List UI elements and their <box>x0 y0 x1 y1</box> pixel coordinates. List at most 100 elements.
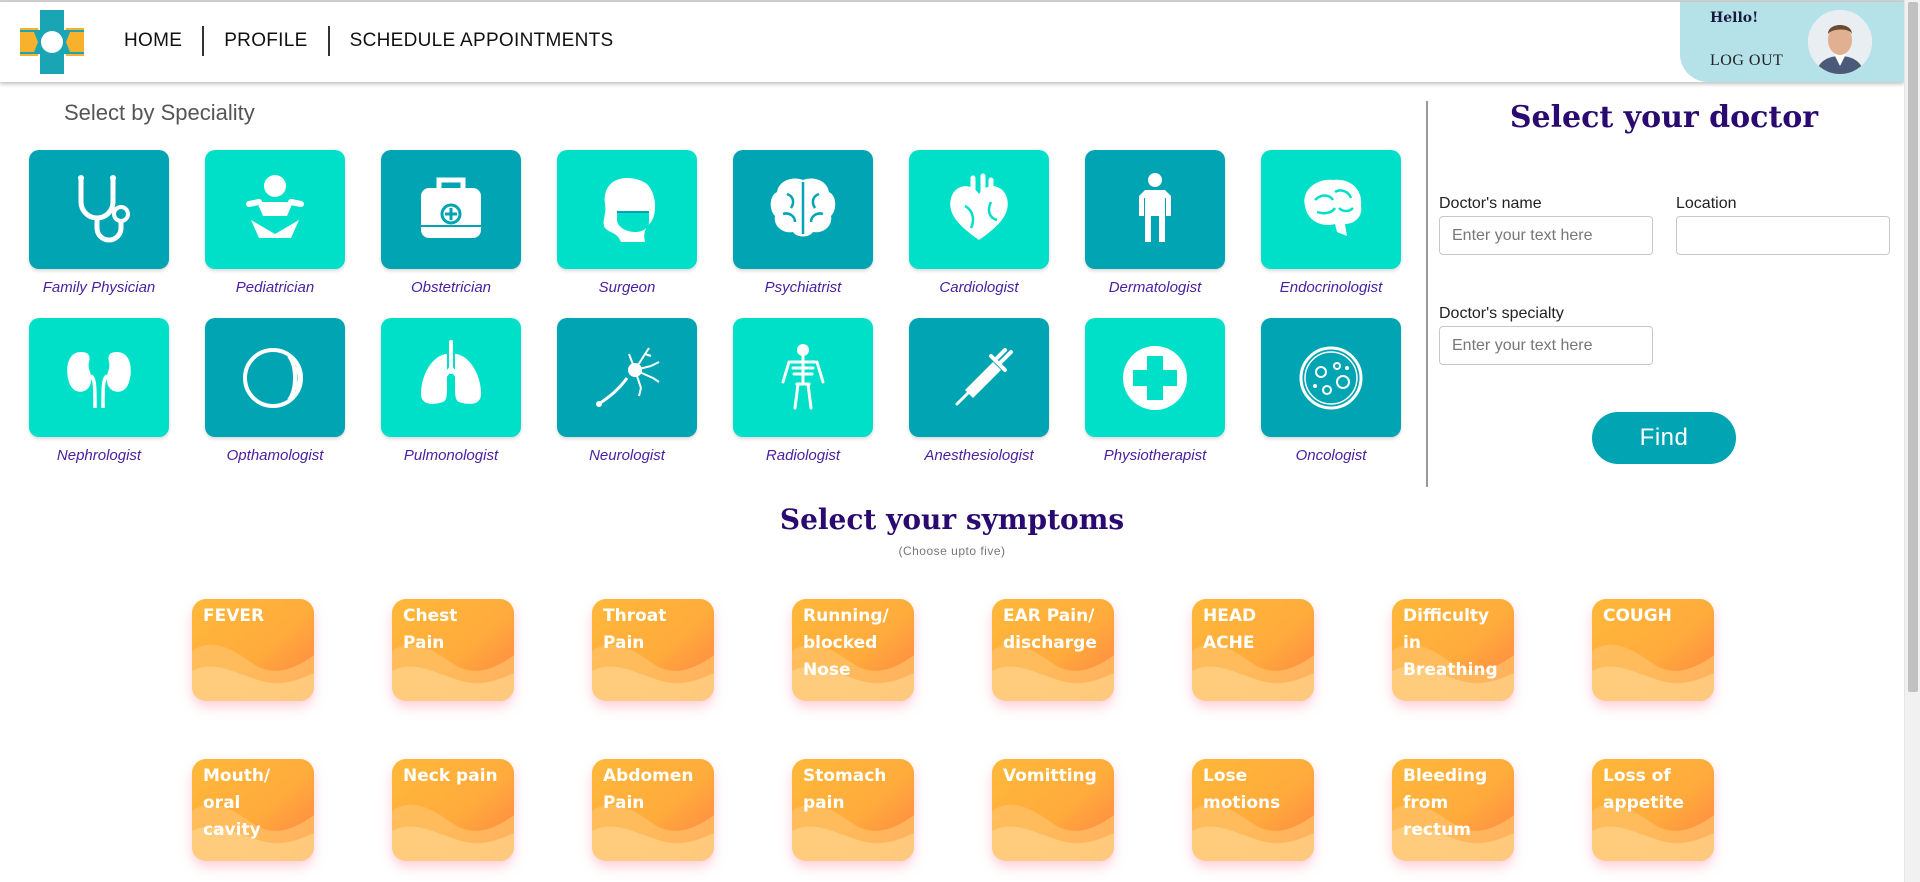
speciality-item[interactable]: Endocrinologist <box>1261 150 1401 296</box>
speciality-tile[interactable] <box>1261 318 1401 437</box>
symptom-card[interactable]: Abdomen Pain <box>592 759 714 861</box>
speciality-item[interactable]: Radiologist <box>733 318 873 464</box>
logo[interactable] <box>20 10 84 74</box>
speciality-tile[interactable] <box>909 318 1049 437</box>
location-label: Location <box>1676 195 1737 212</box>
speciality-item[interactable]: Cardiologist <box>909 150 1049 296</box>
symptom-card[interactable]: Vomitting <box>992 759 1114 861</box>
doctor-specialty-input[interactable] <box>1439 326 1653 365</box>
speciality-tile[interactable] <box>557 318 697 437</box>
speciality-item[interactable]: Opthamologist <box>205 318 345 464</box>
speciality-tile[interactable] <box>205 318 345 437</box>
vertical-divider <box>1426 101 1428 487</box>
symptom-card[interactable]: Lose motions <box>1192 759 1314 861</box>
skeleton-icon <box>781 343 825 409</box>
header: HOME PROFILE SCHEDULE APPOINTMENTS Hello… <box>0 2 1904 82</box>
speciality-tile[interactable] <box>733 318 873 437</box>
symptom-label: EAR Pain/ discharge <box>1003 606 1097 653</box>
symptom-card[interactable]: Stomach pain <box>792 759 914 861</box>
scrollbar[interactable] <box>1904 0 1920 882</box>
stethoscope-icon <box>78 174 130 242</box>
speciality-label: Psychiatrist <box>764 279 842 296</box>
symptom-card[interactable]: Loss of appetite <box>1592 759 1714 861</box>
speciality-tile[interactable] <box>733 150 873 269</box>
symptoms-grid: FEVER Chest Pain Throat Pain Running/ block… <box>192 599 1714 861</box>
speciality-label: Obstetrician <box>410 279 492 296</box>
speciality-label: Opthamologist <box>226 447 324 464</box>
nav-home[interactable]: HOME <box>104 24 202 58</box>
speciality-label: Family Physician <box>42 279 156 296</box>
symptom-label: Running/ blocked Nose <box>803 606 889 680</box>
symptom-card[interactable]: Neck pain <box>392 759 514 861</box>
speciality-label: Endocrinologist <box>1279 279 1383 296</box>
doctor-name-input[interactable] <box>1439 216 1653 255</box>
speciality-item[interactable]: Dermatologist <box>1085 150 1225 296</box>
symptom-card[interactable]: EAR Pain/ discharge <box>992 599 1114 701</box>
speciality-tile[interactable] <box>29 150 169 269</box>
location-input[interactable] <box>1676 216 1890 255</box>
speciality-label: Cardiologist <box>939 279 1019 296</box>
speciality-tile[interactable] <box>381 318 521 437</box>
speciality-item[interactable]: Obstetrician <box>381 150 521 296</box>
symptom-label: Chest Pain <box>403 606 458 653</box>
speciality-item[interactable]: Family Physician <box>29 150 169 296</box>
heart-icon <box>950 173 1008 240</box>
neuron-icon <box>596 346 660 407</box>
symptom-label: Throat Pain <box>603 606 667 653</box>
speciality-tile[interactable] <box>381 150 521 269</box>
human-body-icon <box>1139 172 1171 242</box>
symptom-card[interactable]: Chest Pain <box>392 599 514 701</box>
medical-bag-icon <box>421 177 481 238</box>
symptom-card[interactable]: HEAD ACHE <box>1192 599 1314 701</box>
speciality-item[interactable]: Anesthesiologist <box>909 318 1049 464</box>
symptom-label: Loss of appetite <box>1603 766 1684 813</box>
speciality-tile[interactable] <box>29 318 169 437</box>
speciality-item[interactable]: Neurologist <box>557 318 697 464</box>
speciality-item[interactable]: Pediatrician <box>205 150 345 296</box>
speciality-item[interactable]: Physiotherapist <box>1085 318 1225 464</box>
user-panel: Hello! LOG OUT <box>1680 2 1904 82</box>
speciality-label: Oncologist <box>1295 447 1367 464</box>
speciality-tile[interactable] <box>909 150 1049 269</box>
brain-icon <box>770 178 836 236</box>
symptom-card[interactable]: COUGH <box>1592 599 1714 701</box>
avatar[interactable] <box>1808 10 1872 74</box>
speciality-grid: Family Physician Pediatrician Obstetrician… <box>29 150 1401 464</box>
baby-icon <box>246 174 304 238</box>
speciality-tile[interactable] <box>1085 150 1225 269</box>
symptom-card[interactable]: Throat Pain <box>592 599 714 701</box>
speciality-label: Neurologist <box>589 447 665 464</box>
nav-schedule-appointments[interactable]: SCHEDULE APPOINTMENTS <box>330 24 634 58</box>
kidneys-icon <box>67 351 131 408</box>
symptom-label: Lose motions <box>1203 766 1281 813</box>
speciality-item[interactable]: Oncologist <box>1261 318 1401 464</box>
speciality-item[interactable]: Nephrologist <box>29 318 169 464</box>
symptom-card[interactable]: Difficulty in Breathing <box>1392 599 1514 701</box>
speciality-tile[interactable] <box>1261 150 1401 269</box>
symptom-card[interactable]: FEVER <box>192 599 314 701</box>
speciality-tile[interactable] <box>205 150 345 269</box>
symptoms-subtitle: (Choose upto five) <box>898 544 1006 558</box>
symptom-label: HEAD ACHE <box>1203 606 1257 653</box>
speciality-item[interactable]: Pulmonologist <box>381 318 521 464</box>
doctor-specialty-label: Doctor's specialty <box>1439 305 1564 322</box>
symptom-label: Mouth/ oral cavity <box>203 766 271 840</box>
nav-profile[interactable]: PROFILE <box>204 24 327 58</box>
symptom-card[interactable]: Running/ blocked Nose <box>792 599 914 701</box>
speciality-tile[interactable] <box>1085 318 1225 437</box>
surgeon-mask-icon <box>603 177 656 242</box>
speciality-item[interactable]: Psychiatrist <box>733 150 873 296</box>
find-button[interactable]: Find <box>1592 412 1736 464</box>
symptom-card[interactable]: Mouth/ oral cavity <box>192 759 314 861</box>
speciality-label: Surgeon <box>598 279 656 296</box>
speciality-item[interactable]: Surgeon <box>557 150 697 296</box>
select-doctor-title: Select your doctor <box>1509 100 1819 135</box>
speciality-label: Pediatrician <box>235 279 315 296</box>
symptom-label: FEVER <box>203 606 265 626</box>
speciality-tile[interactable] <box>557 150 697 269</box>
symptom-card[interactable]: Bleeding from rectum <box>1392 759 1514 861</box>
logout-link[interactable]: LOG OUT <box>1710 52 1783 70</box>
speciality-title: Select by Speciality <box>64 100 255 125</box>
user-avatar-icon <box>1808 10 1872 74</box>
scrollbar-thumb[interactable] <box>1908 2 1918 692</box>
